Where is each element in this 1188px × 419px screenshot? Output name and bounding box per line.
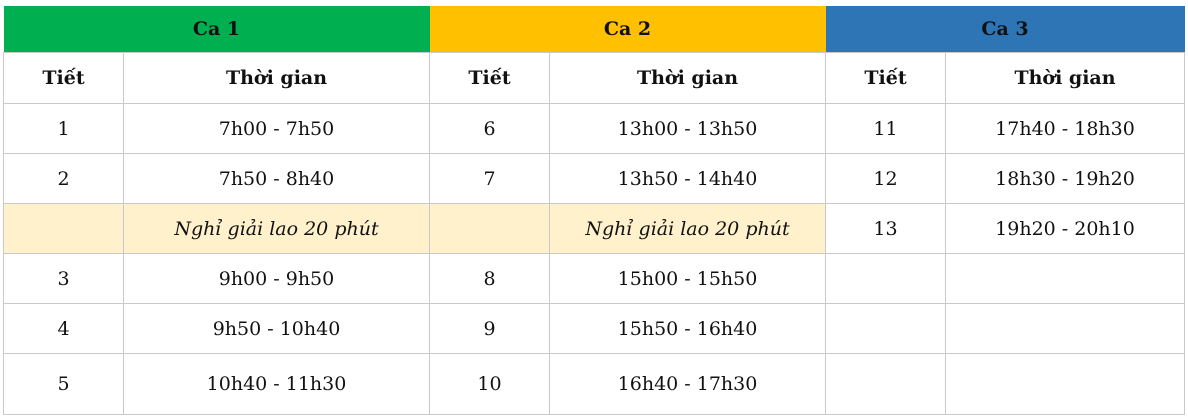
time-cell: 9h50 - 10h40 — [123, 303, 430, 354]
table-row: 3 9h00 - 9h50 8 15h00 - 15h50 — [3, 253, 1185, 304]
period-cell: 6 — [429, 103, 550, 154]
time-cell: 9h00 - 9h50 — [123, 253, 430, 304]
period-cell: 8 — [429, 253, 550, 304]
period-cell: 10 — [429, 353, 550, 415]
shift-header-row: Ca 1 Ca 2 Ca 3 — [3, 6, 1185, 53]
schedule-container: Ca 1 Ca 2 Ca 3 Tiết Thời gian Tiết Thời … — [3, 6, 1185, 415]
time-cell: 7h50 - 8h40 — [123, 153, 430, 204]
shift-2-header: Ca 2 — [429, 6, 826, 53]
period-cell: 11 — [825, 103, 946, 154]
period-cell: 5 — [3, 353, 124, 415]
period-cell: 3 — [3, 253, 124, 304]
time-cell: 7h00 - 7h50 — [123, 103, 430, 154]
time-cell: 10h40 - 11h30 — [123, 353, 430, 415]
shift-1-header: Ca 1 — [3, 6, 430, 53]
time-cell: 17h40 - 18h30 — [945, 103, 1185, 154]
period-cell — [825, 253, 946, 304]
break-row: Nghỉ giải lao 20 phút Nghỉ giải lao 20 p… — [3, 203, 1185, 254]
time-cell: 13h00 - 13h50 — [549, 103, 826, 154]
period-cell: 9 — [429, 303, 550, 354]
class-schedule-table: Ca 1 Ca 2 Ca 3 Tiết Thời gian Tiết Thời … — [3, 6, 1185, 415]
table-row: 2 7h50 - 8h40 7 13h50 - 14h40 12 18h30 -… — [3, 153, 1185, 204]
period-cell: 7 — [429, 153, 550, 204]
table-row: 5 10h40 - 11h30 10 16h40 - 17h30 — [3, 353, 1185, 415]
time-cell: 15h50 - 16h40 — [549, 303, 826, 354]
period-cell: 4 — [3, 303, 124, 354]
shift-3-time-header: Thời gian — [945, 52, 1185, 104]
time-cell — [945, 253, 1185, 304]
table-row: 4 9h50 - 10h40 9 15h50 - 16h40 — [3, 303, 1185, 354]
period-cell: 2 — [3, 153, 124, 204]
shift-1-time-header: Thời gian — [123, 52, 430, 104]
time-cell: 18h30 - 19h20 — [945, 153, 1185, 204]
period-cell: 1 — [3, 103, 124, 154]
shift-3-header: Ca 3 — [825, 6, 1185, 53]
time-cell: 16h40 - 17h30 — [549, 353, 826, 415]
shift-1-period-header: Tiết — [3, 52, 124, 104]
time-cell — [945, 353, 1185, 415]
time-cell: 15h00 - 15h50 — [549, 253, 826, 304]
shift-2-time-header: Thời gian — [549, 52, 826, 104]
time-cell — [945, 303, 1185, 354]
break-period-cell — [429, 203, 550, 254]
table-row: 1 7h00 - 7h50 6 13h00 - 13h50 11 17h40 -… — [3, 103, 1185, 154]
shift-2-break-label: Nghỉ giải lao 20 phút — [549, 203, 826, 254]
shift-2-period-header: Tiết — [429, 52, 550, 104]
shift-1-break-label: Nghỉ giải lao 20 phút — [123, 203, 430, 254]
column-header-row: Tiết Thời gian Tiết Thời gian Tiết Thời … — [3, 52, 1185, 104]
shift-3-period-header: Tiết — [825, 52, 946, 104]
period-cell — [825, 353, 946, 415]
period-cell: 12 — [825, 153, 946, 204]
time-cell: 13h50 - 14h40 — [549, 153, 826, 204]
period-cell: 13 — [825, 203, 946, 254]
period-cell — [825, 303, 946, 354]
break-period-cell — [3, 203, 124, 254]
time-cell: 19h20 - 20h10 — [945, 203, 1185, 254]
